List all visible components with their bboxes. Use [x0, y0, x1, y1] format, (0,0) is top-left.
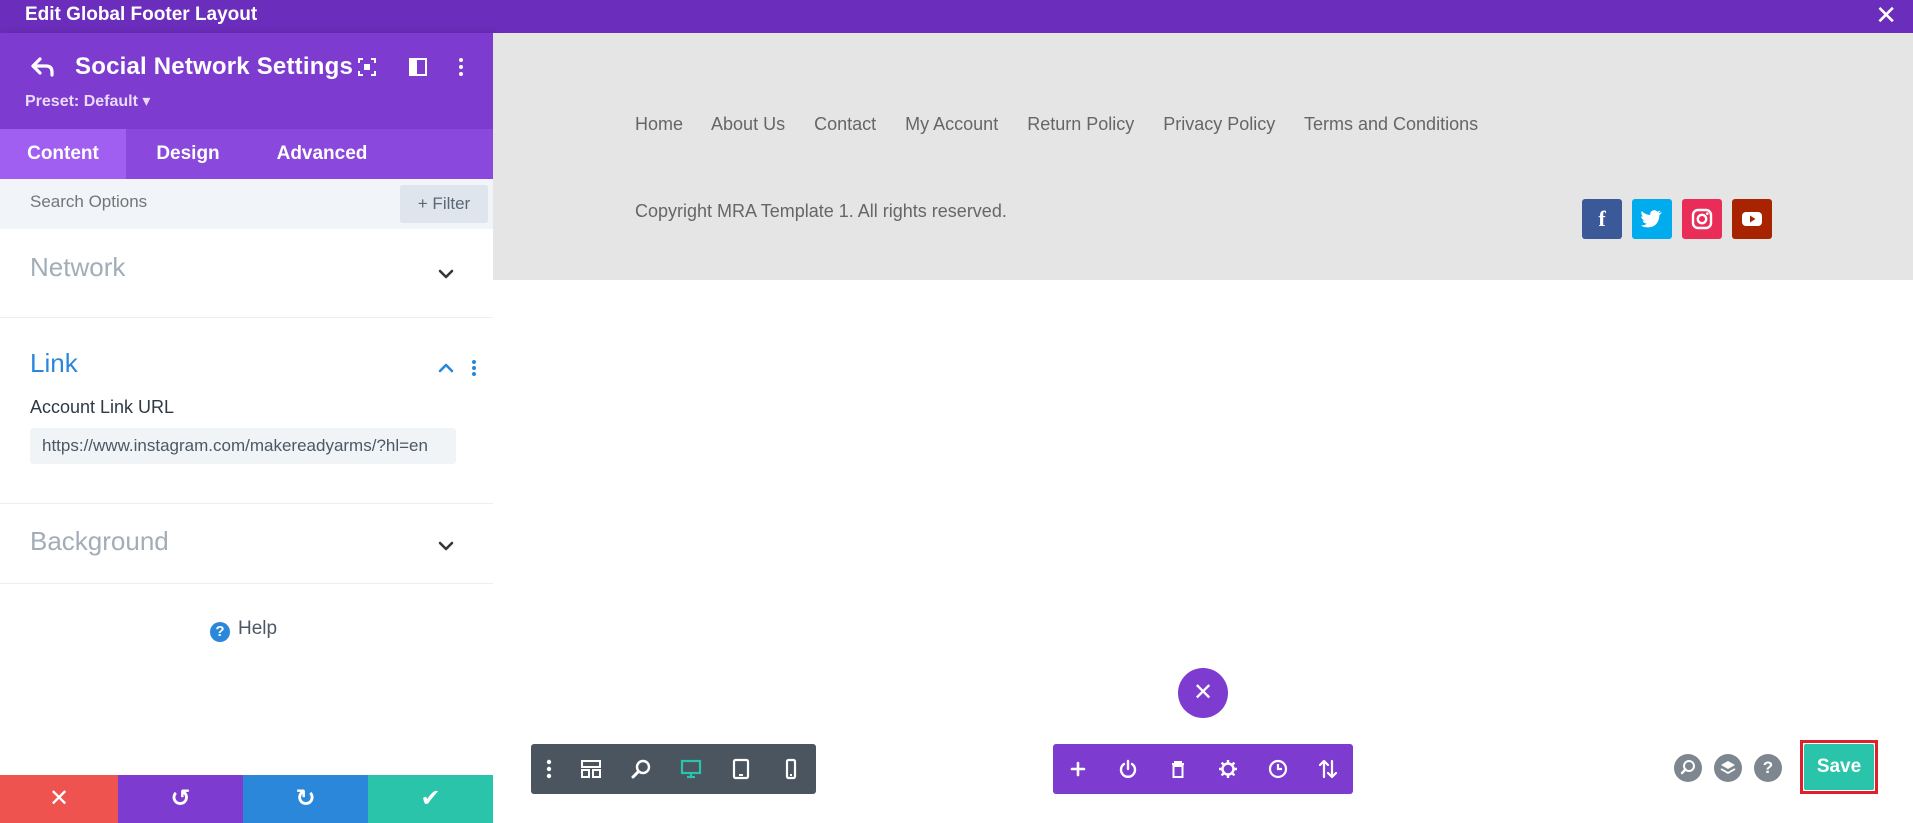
- section-title-link[interactable]: Link: [30, 348, 78, 379]
- panel-header: Social Network Settings Preset: Default …: [0, 33, 493, 129]
- twitter-icon[interactable]: [1632, 199, 1672, 239]
- search-glyph-icon: [1680, 760, 1695, 775]
- chevron-up-icon[interactable]: [437, 359, 455, 377]
- top-bar: Edit Global Footer Layout ✕: [0, 0, 1913, 33]
- view-toolbar: [531, 744, 816, 794]
- settings-panel: Social Network Settings Preset: Default …: [0, 33, 493, 823]
- gear-icon[interactable]: [1215, 756, 1241, 782]
- history-icon[interactable]: [1265, 756, 1291, 782]
- chevron-down-icon[interactable]: [437, 265, 455, 283]
- confirm-button[interactable]: ✔: [368, 775, 493, 823]
- nav-link-my-account[interactable]: My Account: [905, 114, 998, 134]
- tab-design[interactable]: Design: [126, 129, 250, 179]
- instagram-icon[interactable]: [1682, 199, 1722, 239]
- instagram-glyph-icon: [1691, 208, 1713, 230]
- layers-icon[interactable]: [1714, 754, 1742, 782]
- close-icon[interactable]: ✕: [1875, 1, 1897, 29]
- nav-link-home[interactable]: Home: [635, 114, 683, 134]
- panel-title: Social Network Settings: [75, 53, 353, 80]
- youtube-icon[interactable]: [1732, 199, 1772, 239]
- more-options-icon[interactable]: [451, 57, 471, 77]
- copyright-text: Copyright MRA Template 1. All rights res…: [635, 201, 1007, 221]
- page-toolbar: [1053, 744, 1353, 794]
- more-options-icon[interactable]: [536, 756, 562, 782]
- nav-link-privacy-policy[interactable]: Privacy Policy: [1163, 114, 1275, 134]
- add-icon[interactable]: [1065, 756, 1091, 782]
- filter-button[interactable]: + Filter: [400, 185, 488, 223]
- help-icon: ?: [210, 622, 230, 642]
- section-options-icon[interactable]: [470, 359, 478, 377]
- help-icon[interactable]: ?: [1754, 754, 1782, 782]
- section-network[interactable]: Network: [0, 229, 493, 318]
- tab-advanced[interactable]: Advanced: [250, 129, 394, 179]
- account-link-url-field[interactable]: [30, 428, 456, 464]
- preset-selector[interactable]: Preset: Default ▾: [25, 91, 150, 111]
- phone-view-icon[interactable]: [778, 756, 804, 782]
- tab-content[interactable]: Content: [0, 129, 126, 179]
- tablet-view-icon[interactable]: [728, 756, 754, 782]
- nav-link-terms[interactable]: Terms and Conditions: [1304, 114, 1478, 134]
- trash-icon[interactable]: [1165, 756, 1191, 782]
- portability-icon[interactable]: [1315, 756, 1341, 782]
- youtube-play-icon: [1742, 212, 1762, 226]
- facebook-icon[interactable]: f: [1582, 199, 1622, 239]
- chevron-down-icon[interactable]: [437, 537, 455, 555]
- wireframe-icon[interactable]: [578, 756, 604, 782]
- back-arrow-icon[interactable]: [30, 55, 56, 79]
- layers-glyph-icon: [1720, 761, 1736, 775]
- discard-button[interactable]: ✕: [0, 775, 118, 823]
- twitter-bird-icon: [1640, 210, 1662, 228]
- zoom-icon[interactable]: [628, 756, 654, 782]
- nav-link-about[interactable]: About Us: [711, 114, 785, 134]
- help-label: Help: [238, 618, 278, 639]
- search-input[interactable]: [30, 192, 290, 212]
- search-icon[interactable]: [1674, 754, 1702, 782]
- section-title-network: Network: [30, 252, 126, 282]
- module-close-button[interactable]: ✕: [1178, 668, 1228, 718]
- footer-preview: Home About Us Contact My Account Return …: [493, 33, 1913, 280]
- fullscreen-icon[interactable]: [357, 57, 377, 77]
- section-background[interactable]: Background: [0, 504, 493, 584]
- nav-link-return-policy[interactable]: Return Policy: [1027, 114, 1134, 134]
- save-button[interactable]: Save: [1804, 744, 1874, 790]
- search-row: + Filter: [0, 179, 493, 229]
- power-icon[interactable]: [1115, 756, 1141, 782]
- panel-action-bar: ✕ ↺ ↻ ✔: [0, 775, 493, 823]
- nav-link-contact[interactable]: Contact: [814, 114, 876, 134]
- window-title: Edit Global Footer Layout: [25, 4, 258, 25]
- panel-tabs: Content Design Advanced: [0, 129, 493, 179]
- help-link[interactable]: ? Help: [210, 618, 277, 642]
- undo-button[interactable]: ↺: [118, 775, 243, 823]
- footer-nav: Home About Us Contact My Account Return …: [635, 114, 1502, 135]
- redo-button[interactable]: ↻: [243, 775, 368, 823]
- split-view-icon[interactable]: [408, 57, 428, 77]
- desktop-view-icon[interactable]: [678, 756, 704, 782]
- account-link-url-label: Account Link URL: [30, 397, 175, 417]
- section-title-background: Background: [30, 526, 169, 556]
